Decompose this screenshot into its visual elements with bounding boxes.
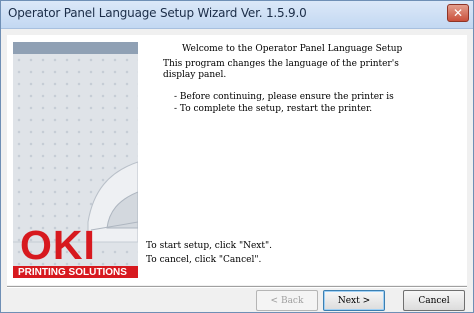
description-line-1: This program changes the language of the… bbox=[163, 59, 399, 69]
welcome-heading: Welcome to the Operator Panel Language S… bbox=[182, 44, 403, 54]
close-icon: ✕ bbox=[452, 6, 464, 20]
title-bar[interactable]: Operator Panel Language Setup Wizard Ver… bbox=[1, 1, 473, 29]
wizard-sidebar-banner: OKI PRINTING SOLUTIONS bbox=[13, 42, 138, 278]
cancel-hint: To cancel, click "Cancel". bbox=[146, 255, 262, 265]
oki-logo: OKI bbox=[20, 222, 96, 268]
note-before-continuing: - Before continuing, please ensure the p… bbox=[174, 92, 394, 102]
back-button[interactable]: < Back bbox=[256, 290, 318, 311]
tagline-text: PRINTING SOLUTIONS bbox=[18, 267, 127, 278]
footer-separator bbox=[7, 286, 467, 288]
start-hint: To start setup, click "Next". bbox=[146, 241, 272, 251]
note-restart: - To complete the setup, restart the pri… bbox=[174, 104, 373, 114]
close-button[interactable]: ✕ bbox=[447, 4, 469, 22]
window-title: Operator Panel Language Setup Wizard Ver… bbox=[8, 6, 307, 20]
description-line-2: display panel. bbox=[163, 70, 227, 80]
next-button[interactable]: Next > bbox=[323, 290, 385, 311]
cancel-button[interactable]: Cancel bbox=[403, 290, 465, 311]
